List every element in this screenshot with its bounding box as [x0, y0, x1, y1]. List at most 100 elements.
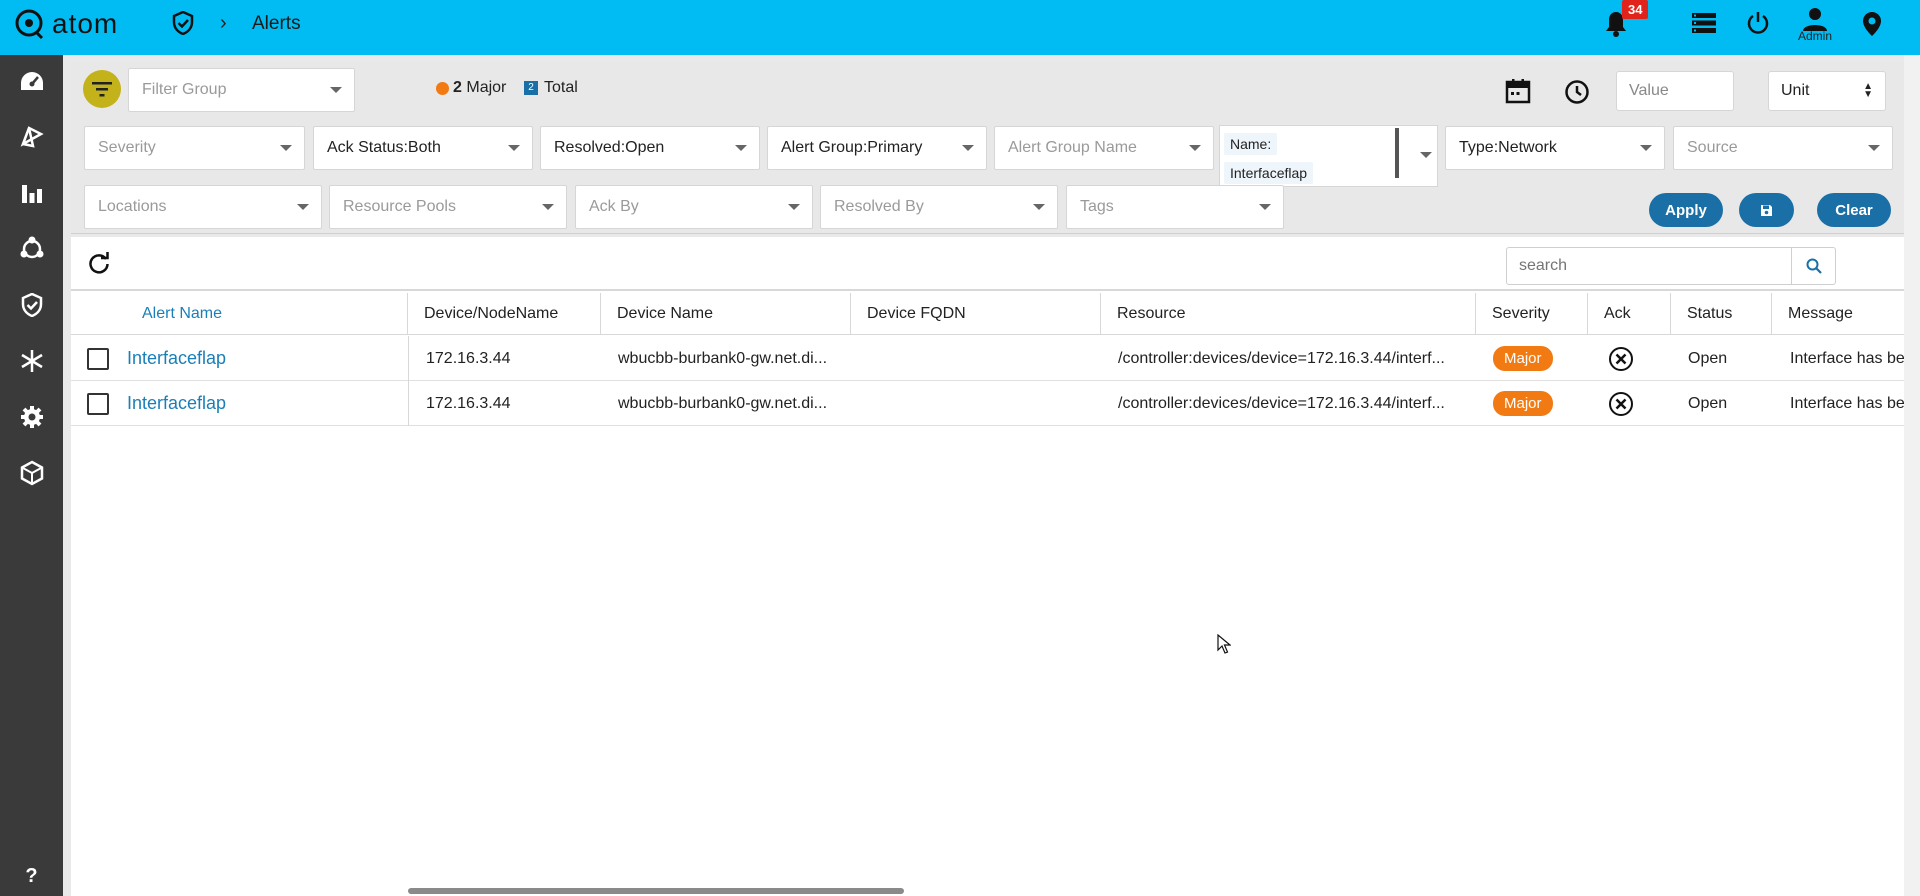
- top-bar: atom › Alerts 34 Admin: [0, 0, 1920, 55]
- alert-name-link[interactable]: Interfaceflap: [127, 381, 226, 426]
- severity-badge: Major: [1493, 391, 1553, 416]
- admin-user-menu[interactable]: Admin: [1798, 7, 1832, 43]
- chevron-right-icon: ›: [220, 12, 227, 34]
- time-unit-select[interactable]: Unit ▲ ▼: [1768, 71, 1886, 111]
- save-filter-button[interactable]: [1739, 193, 1794, 227]
- type-select[interactable]: Type:Network: [1445, 126, 1665, 170]
- help-icon[interactable]: ?: [0, 865, 63, 888]
- ack-cell[interactable]: [1608, 381, 1634, 426]
- ack-status-select[interactable]: Ack Status:Both: [313, 126, 533, 170]
- name-value-chip[interactable]: Interfaceflap: [1224, 162, 1314, 184]
- ack-by-select[interactable]: Ack By: [575, 185, 813, 229]
- calendar-icon[interactable]: [1505, 78, 1531, 109]
- sidebar-item-snowflake[interactable]: [0, 336, 63, 386]
- sort-arrows-icon: ▲ ▼: [1863, 81, 1873, 100]
- row-checkbox[interactable]: [87, 393, 109, 415]
- tags-select[interactable]: Tags: [1066, 185, 1284, 229]
- power-icon[interactable]: [1746, 11, 1770, 35]
- close-circle-icon[interactable]: [1608, 346, 1634, 372]
- sidebar-item-alerts[interactable]: [0, 280, 63, 330]
- column-header-node[interactable]: Device/NodeName: [408, 293, 601, 335]
- chevron-down-icon: [1640, 145, 1652, 151]
- sidebar-item-packages[interactable]: [0, 448, 63, 498]
- search-button[interactable]: [1791, 248, 1835, 284]
- resource-pools-placeholder: Resource Pools: [343, 198, 456, 215]
- app-logo[interactable]: atom: [14, 8, 118, 40]
- clock-icon[interactable]: [1564, 79, 1590, 110]
- chevron-down-icon: [542, 204, 554, 210]
- cycle-nodes-icon: [20, 236, 43, 259]
- cube-icon: [20, 460, 43, 486]
- fqdn-cell: [867, 381, 1097, 426]
- severity-badge: Major: [1493, 346, 1553, 371]
- resource-cell: /controller:devices/device=172.16.3.44/i…: [1118, 394, 1445, 412]
- major-count: 2 Major: [436, 79, 506, 97]
- apply-button[interactable]: Apply: [1649, 193, 1723, 227]
- refresh-icon[interactable]: [87, 251, 111, 280]
- total-count-badge: 2: [524, 81, 538, 95]
- column-header-device-name[interactable]: Device Name: [601, 293, 851, 335]
- alert-name-link[interactable]: Interfaceflap: [127, 336, 226, 381]
- column-header-message[interactable]: Message: [1772, 293, 1904, 335]
- close-circle-icon[interactable]: [1608, 391, 1634, 417]
- sidebar-item-settings[interactable]: [0, 392, 63, 442]
- alert-group-name-placeholder: Alert Group Name: [1008, 139, 1137, 156]
- status-cell: Open: [1688, 394, 1728, 412]
- column-header-fqdn[interactable]: Device FQDN: [851, 293, 1101, 335]
- location-pin-icon[interactable]: [1862, 11, 1882, 37]
- resolved-by-select[interactable]: Resolved By: [820, 185, 1058, 229]
- name-scrollbar[interactable]: [1395, 128, 1399, 178]
- device-name-cell: wbucbb-burbank0-gw.net.di...: [618, 349, 828, 367]
- resource-pools-select[interactable]: Resource Pools: [329, 185, 567, 229]
- user-icon: [1803, 8, 1827, 31]
- chevron-down-icon: [1189, 145, 1201, 151]
- severity-select[interactable]: Severity: [84, 126, 305, 170]
- table-toolbar: [71, 237, 1904, 291]
- sidebar-item-topology[interactable]: [0, 112, 63, 162]
- vertical-scrollbar[interactable]: [1904, 55, 1920, 896]
- column-header-ack[interactable]: Ack: [1588, 293, 1671, 335]
- table-row[interactable]: Interfaceflap 172.16.3.44 wbucbb-burbank…: [71, 336, 1904, 381]
- tags-placeholder: Tags: [1080, 198, 1114, 215]
- ack-cell[interactable]: [1608, 336, 1634, 381]
- row-checkbox[interactable]: [87, 348, 109, 370]
- locations-select[interactable]: Locations: [84, 185, 322, 229]
- column-header-resource[interactable]: Resource: [1101, 293, 1476, 335]
- horizontal-scrollbar[interactable]: [408, 888, 904, 894]
- alert-group-name-select[interactable]: Alert Group Name: [994, 126, 1214, 170]
- column-header-severity[interactable]: Severity: [1476, 293, 1588, 335]
- locations-placeholder: Locations: [98, 198, 167, 215]
- save-icon: [1761, 204, 1772, 216]
- shield-check-icon[interactable]: [172, 10, 194, 40]
- filter-toggle-button[interactable]: [83, 70, 121, 108]
- chevron-down-icon: [280, 145, 292, 151]
- clear-button[interactable]: Clear: [1817, 193, 1891, 227]
- resolved-select[interactable]: Resolved:Open: [540, 126, 760, 170]
- time-value-input[interactable]: Value: [1616, 71, 1734, 111]
- column-header-status[interactable]: Status: [1671, 293, 1772, 335]
- name-multiselect[interactable]: Name: Interfaceflap: [1219, 125, 1438, 187]
- total-count: 2 Total: [524, 79, 578, 97]
- sidebar: ?: [0, 55, 63, 896]
- sidebar-item-reports[interactable]: [0, 168, 63, 218]
- filter-panel: Filter Group 2 Major 2 Total Value Unit …: [71, 62, 1904, 234]
- resource-cell: /controller:devices/device=172.16.3.44/i…: [1118, 349, 1445, 367]
- chevron-down-icon[interactable]: [1420, 152, 1432, 158]
- filter-group-select[interactable]: Filter Group: [128, 68, 355, 112]
- resolved-value: Resolved:Open: [554, 139, 665, 156]
- sidebar-item-automation[interactable]: [0, 224, 63, 274]
- dashboard-gauge-icon: [20, 72, 43, 90]
- list-view-icon[interactable]: [1692, 13, 1716, 33]
- alert-group-select[interactable]: Alert Group:Primary: [767, 126, 987, 170]
- severity-placeholder: Severity: [98, 139, 156, 156]
- status-cell: Open: [1688, 349, 1728, 367]
- table-search[interactable]: [1506, 247, 1836, 285]
- sidebar-item-dashboard[interactable]: [0, 56, 63, 106]
- column-header-alert-name[interactable]: Alert Name: [71, 293, 408, 335]
- table-row[interactable]: Interfaceflap 172.16.3.44 wbucbb-burbank…: [71, 381, 1904, 426]
- source-select[interactable]: Source: [1673, 126, 1893, 170]
- chevron-down-icon: [1259, 204, 1271, 210]
- resolved-by-placeholder: Resolved By: [834, 198, 924, 215]
- search-input[interactable]: [1507, 248, 1791, 284]
- major-count-value: 2: [453, 79, 462, 96]
